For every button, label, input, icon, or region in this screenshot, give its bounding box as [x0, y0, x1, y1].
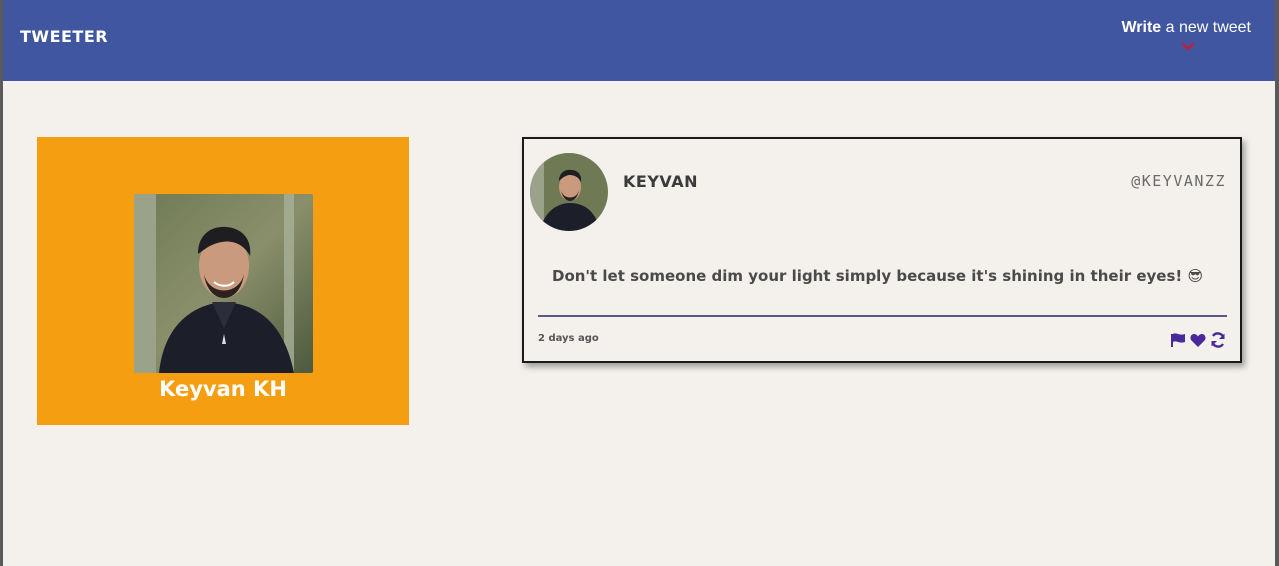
- tweet-actions: [1170, 332, 1226, 348]
- tweet-avatar: [530, 153, 608, 231]
- heart-icon[interactable]: [1190, 332, 1206, 348]
- chevron-down-icon[interactable]: [1181, 41, 1195, 53]
- profile-card: Keyvan KH: [37, 137, 409, 425]
- tweet-author-handle: @KEYVANZZ: [1131, 172, 1226, 190]
- profile-name: Keyvan KH: [159, 377, 287, 401]
- profile-avatar: [134, 194, 313, 373]
- navbar: TWEETER Write a new tweet: [3, 0, 1275, 81]
- tweet-text: Don't let someone dim your light simply …: [552, 267, 1204, 285]
- tweet-card: KEYVAN @KEYVANZZ Don't let someone dim y…: [522, 137, 1242, 363]
- compose-toggle[interactable]: Write a new tweet: [1121, 19, 1251, 37]
- tweet-author-name: KEYVAN: [623, 172, 698, 191]
- flag-icon[interactable]: [1170, 332, 1186, 348]
- compose-label-bold: Write: [1121, 19, 1162, 36]
- compose-label: a new tweet: [1161, 19, 1251, 36]
- tweet-divider: [538, 315, 1227, 317]
- app-frame: TWEETER Write a new tweet Keyvan KH KEYV…: [3, 0, 1275, 566]
- retweet-icon[interactable]: [1210, 332, 1226, 348]
- tweet-timestamp: 2 days ago: [538, 333, 599, 344]
- brand-logo[interactable]: TWEETER: [20, 27, 108, 46]
